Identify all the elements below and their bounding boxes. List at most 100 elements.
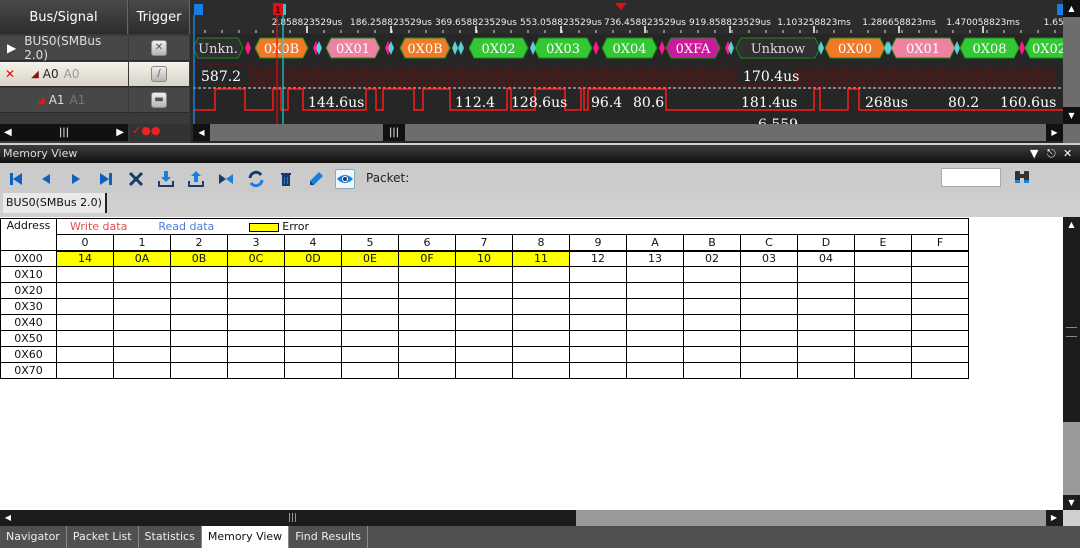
scroll-right-icon[interactable]: ▶: [1046, 124, 1063, 141]
memory-cell[interactable]: [284, 362, 342, 379]
memory-cell[interactable]: [284, 314, 342, 331]
tools-icon[interactable]: [126, 169, 146, 189]
memory-cell[interactable]: [113, 282, 171, 299]
memory-cell[interactable]: [113, 298, 171, 315]
memory-cell[interactable]: [398, 346, 456, 363]
memory-cell[interactable]: [797, 346, 855, 363]
bus-tab[interactable]: BUS0(SMBus 2.0): [3, 193, 107, 213]
tab-packet-list[interactable]: Packet List: [67, 526, 139, 548]
scroll-thumb[interactable]: |||: [59, 127, 69, 138]
last-icon[interactable]: [96, 169, 116, 189]
scroll-down-icon[interactable]: ▼: [1063, 495, 1080, 510]
memory-cell[interactable]: [911, 250, 969, 267]
memory-cell[interactable]: 03: [740, 250, 798, 267]
scroll-left-icon[interactable]: ◀: [193, 124, 210, 141]
trigger-level-icon[interactable]: ▬: [151, 92, 167, 108]
trigger-edge-icon[interactable]: ∕: [151, 66, 167, 82]
memory-cell[interactable]: 0D: [284, 250, 342, 267]
tab-statistics[interactable]: Statistics: [139, 526, 202, 548]
memory-cell[interactable]: [512, 298, 570, 315]
refresh-icon[interactable]: [246, 169, 266, 189]
memory-cell[interactable]: [626, 346, 684, 363]
memory-cell[interactable]: [683, 298, 741, 315]
delete-icon[interactable]: ✕: [5, 67, 15, 81]
memory-cell[interactable]: [569, 314, 627, 331]
memory-cell[interactable]: [341, 282, 399, 299]
memory-cell[interactable]: [854, 282, 912, 299]
memory-cell[interactable]: 02: [683, 250, 741, 267]
prev-icon[interactable]: [36, 169, 56, 189]
memory-hscrollbar[interactable]: ◀ ||| ▶: [0, 510, 1063, 526]
memory-cell[interactable]: [740, 330, 798, 347]
memory-cell[interactable]: [341, 362, 399, 379]
trigger-cell-a1[interactable]: ▬: [129, 88, 189, 113]
view-icon[interactable]: [335, 169, 355, 189]
memory-cell[interactable]: [455, 362, 513, 379]
dropdown-icon[interactable]: ▼: [1030, 145, 1038, 163]
memory-cell[interactable]: [170, 282, 228, 299]
memory-cell[interactable]: [56, 298, 114, 315]
import-icon[interactable]: [156, 169, 176, 189]
memory-cell[interactable]: [854, 346, 912, 363]
memory-cell[interactable]: [227, 314, 285, 331]
memory-cell[interactable]: [683, 282, 741, 299]
memory-cell[interactable]: [227, 346, 285, 363]
memory-cell[interactable]: [854, 330, 912, 347]
memory-cell[interactable]: [455, 314, 513, 331]
memory-cell[interactable]: [455, 282, 513, 299]
memory-cell[interactable]: [740, 346, 798, 363]
signal-row-bus0[interactable]: ▶ BUS0(SMBus 2.0): [0, 34, 128, 62]
memory-cell[interactable]: [569, 346, 627, 363]
memory-cell[interactable]: [569, 298, 627, 315]
memory-cell[interactable]: [854, 362, 912, 379]
scroll-right-icon[interactable]: ▶: [116, 127, 124, 138]
memory-cell[interactable]: 14: [56, 250, 114, 267]
memory-cell[interactable]: [911, 330, 969, 347]
memory-cell[interactable]: 0B: [170, 250, 228, 267]
memory-cell[interactable]: [512, 282, 570, 299]
scroll-up-icon[interactable]: ▲: [1063, 217, 1080, 232]
memory-cell[interactable]: [284, 266, 342, 283]
scroll-track[interactable]: [576, 510, 1046, 526]
memory-cell[interactable]: [797, 362, 855, 379]
memory-cell[interactable]: [227, 330, 285, 347]
memory-cell[interactable]: [170, 298, 228, 315]
scroll-thumb[interactable]: |||: [383, 124, 405, 141]
memory-cell[interactable]: [341, 298, 399, 315]
scroll-up-icon[interactable]: ▲: [1063, 0, 1080, 17]
memory-cell[interactable]: [341, 266, 399, 283]
memory-cell[interactable]: 0F: [398, 250, 456, 267]
delete-icon[interactable]: [276, 169, 296, 189]
memory-cell[interactable]: [56, 346, 114, 363]
swap-icon[interactable]: [216, 169, 236, 189]
binoculars-icon[interactable]: [1012, 167, 1032, 187]
waveform-canvas[interactable]: 2.858823529us 186.258823529us 369.65882352…: [193, 0, 1063, 143]
pin-icon[interactable]: ⎋: [1047, 145, 1056, 163]
memory-cell[interactable]: [113, 346, 171, 363]
memory-cell[interactable]: [284, 330, 342, 347]
memory-cell[interactable]: [113, 330, 171, 347]
memory-cell[interactable]: [512, 362, 570, 379]
memory-cell[interactable]: [683, 346, 741, 363]
memory-cell[interactable]: [911, 282, 969, 299]
memory-cell[interactable]: [911, 298, 969, 315]
trigger-none-icon[interactable]: ✕: [151, 40, 167, 56]
memory-cell[interactable]: [227, 266, 285, 283]
memory-cell[interactable]: [854, 250, 912, 267]
memory-cell[interactable]: [284, 298, 342, 315]
scroll-thumb-grip[interactable]: [1066, 327, 1077, 337]
memory-cell[interactable]: 0C: [227, 250, 285, 267]
memory-cell[interactable]: [455, 346, 513, 363]
memory-cell[interactable]: [683, 362, 741, 379]
memory-cell[interactable]: [740, 298, 798, 315]
memory-cell[interactable]: [626, 330, 684, 347]
memory-cell[interactable]: [626, 362, 684, 379]
memory-cell[interactable]: [683, 266, 741, 283]
memory-cell[interactable]: [56, 330, 114, 347]
memory-cell[interactable]: [569, 266, 627, 283]
scroll-down-icon[interactable]: ▼: [1063, 107, 1080, 124]
memory-cell[interactable]: [170, 314, 228, 331]
memory-cell[interactable]: [683, 330, 741, 347]
memory-cell[interactable]: [797, 330, 855, 347]
memory-cell[interactable]: [398, 314, 456, 331]
